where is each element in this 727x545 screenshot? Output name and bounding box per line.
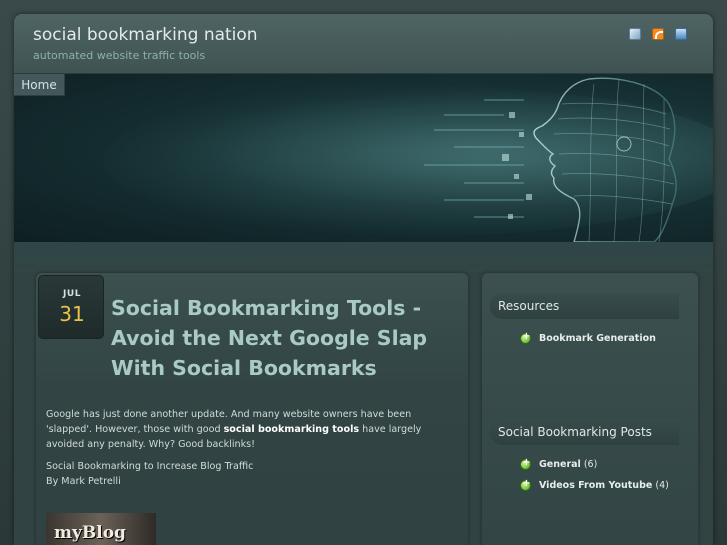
resources-list: Bookmark Generation	[520, 328, 656, 349]
site-title[interactable]: social bookmarking nation	[33, 25, 258, 45]
post-title[interactable]: Social Bookmarking Tools - Avoid the Nex…	[111, 293, 471, 383]
link-bookmark-generation[interactable]: Bookmark Generation	[539, 333, 656, 344]
category-count: (6)	[583, 459, 598, 470]
post-article: JUL 31 Social Bookmarking Tools - Avoid …	[36, 273, 468, 545]
link-videos-from-youtube[interactable]: Videos From Youtube	[539, 480, 652, 491]
post-date-month: JUL	[63, 289, 81, 299]
post-image-text: myBlog	[54, 523, 126, 543]
header-icons	[629, 28, 687, 40]
category-count: (4)	[655, 480, 669, 491]
wireframe-head-image	[424, 77, 677, 242]
sidebar: Resources Bookmark Generation Social Boo…	[482, 273, 698, 545]
post-date-day: 31	[59, 302, 85, 326]
post-paragraph: Google has just done another update. And…	[46, 407, 446, 452]
widget-title-posts: Social Bookmarking Posts	[490, 419, 679, 445]
nav-item-home[interactable]: Home	[14, 74, 65, 96]
plus-bullet-icon	[520, 457, 532, 470]
plus-bullet-icon	[520, 331, 532, 344]
posts-category-list: General (6) Videos From Youtube (4)	[520, 454, 669, 496]
post-author: By Mark Petrelli	[46, 476, 121, 487]
post-paragraph: Social Bookmarking to Increase Blog Traf…	[46, 459, 446, 489]
link-general[interactable]: General	[539, 459, 581, 470]
site-frame: social bookmarking nation automated webs…	[14, 14, 713, 545]
plus-bullet-icon	[520, 478, 532, 491]
list-item[interactable]: General (6)	[520, 454, 669, 475]
site-description: automated website traffic tools	[33, 49, 206, 62]
post-body: Google has just done another update. And…	[46, 407, 446, 496]
list-item[interactable]: Bookmark Generation	[520, 328, 656, 349]
twitter-icon[interactable]	[675, 28, 687, 40]
email-icon[interactable]	[629, 28, 641, 40]
list-item[interactable]: Videos From Youtube (4)	[520, 475, 669, 496]
post-keyword-link[interactable]: social bookmarking tools	[224, 424, 359, 435]
post-article-title: Social Bookmarking to Increase Blog Traf…	[46, 461, 254, 472]
widget-title-resources: Resources	[490, 293, 679, 319]
header-banner	[14, 74, 713, 242]
content-top-strip	[14, 242, 713, 272]
post-date-badge: JUL 31	[38, 275, 104, 339]
site-header: social bookmarking nation automated webs…	[14, 14, 713, 74]
rss-icon[interactable]	[652, 28, 664, 40]
main-nav: Home	[14, 74, 713, 96]
post-image-myblog: myBlog	[46, 513, 156, 545]
